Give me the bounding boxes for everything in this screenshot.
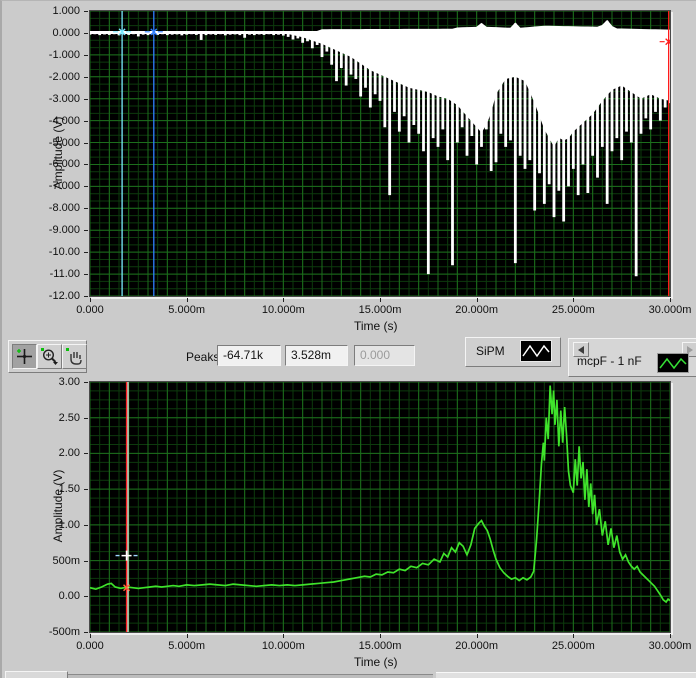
y-tick-mark — [84, 120, 88, 122]
peak-value-1[interactable]: -64.71k — [217, 345, 281, 366]
sipm-graph-x-axis-title: Time (s) — [354, 319, 398, 333]
y-tick-mark — [84, 596, 88, 598]
mcp-graph-y-axis-title: Amplitude (V) — [51, 469, 65, 543]
graph-palette — [8, 340, 87, 373]
bottom-partial-palette — [5, 671, 68, 678]
y-tick-label: 0.00 — [58, 590, 80, 603]
y-tick-mark — [84, 417, 88, 419]
y-tick-mark — [84, 560, 88, 562]
x-tick-mark — [573, 634, 575, 638]
legend-mcp-label: mcpF - 1 nF — [577, 354, 642, 367]
y-tick-mark — [84, 274, 88, 276]
y-tick-mark — [84, 632, 88, 633]
y-tick-mark — [84, 382, 88, 383]
x-tick-label: 0.000 — [76, 304, 104, 316]
zoom-tool-button[interactable] — [37, 344, 62, 369]
y-tick-mark — [84, 296, 88, 297]
y-tick-mark — [84, 164, 88, 166]
y-tick-label: -1.000 — [48, 48, 80, 61]
y-tick-label: -10.00 — [48, 246, 80, 259]
x-tick-mark — [186, 634, 188, 638]
sipm-graph-plot-area[interactable] — [88, 10, 678, 297]
x-tick-label: 25.000m — [551, 640, 595, 652]
x-tick-label: 5.000m — [168, 304, 205, 316]
bottom-partial-panel — [436, 672, 696, 678]
y-tick-mark — [84, 98, 88, 100]
x-tick-mark — [90, 298, 91, 302]
bottom-partial-strip — [68, 674, 433, 678]
x-tick-mark — [186, 298, 188, 302]
y-tick-label: 3.00 — [58, 376, 80, 388]
y-tick-label: 1.000 — [52, 5, 80, 17]
x-tick-mark — [670, 634, 671, 638]
y-tick-mark — [84, 76, 88, 78]
arrow-left-icon — [578, 345, 584, 354]
x-tick-mark — [283, 298, 285, 302]
x-tick-mark — [380, 634, 381, 638]
x-tick-label: 0.000 — [76, 640, 104, 652]
peaks-label: Peaks — [186, 350, 220, 364]
y-tick-mark — [84, 186, 88, 188]
y-tick-mark — [84, 489, 88, 491]
y-tick-mark — [84, 54, 88, 56]
legend-sipm-line-icon[interactable] — [520, 340, 552, 362]
x-tick-mark — [90, 634, 91, 638]
magnifier-icon — [41, 348, 58, 365]
legend-scroll-panel: mcpF - 1 nF — [568, 338, 696, 377]
sipm-graph-y-axis-title: Amplitude (V) — [51, 116, 65, 189]
hand-icon — [66, 348, 82, 365]
labview-front-panel: Peaks -64.71k 3.528m 0.000 SiPM mcpF - 1… — [0, 0, 696, 678]
y-tick-mark — [84, 32, 88, 34]
x-tick-label: 30.000m — [648, 640, 692, 652]
x-tick-label: 15.000m — [358, 304, 402, 316]
x-tick-label: 25.000m — [551, 304, 595, 316]
x-tick-mark — [476, 634, 478, 638]
mcp-graph-x-axis-title: Time (s) — [354, 655, 398, 669]
y-tick-label: -12.00 — [48, 290, 80, 302]
legend-sipm[interactable]: SiPM — [465, 337, 561, 367]
y-tick-mark — [84, 11, 88, 12]
y-tick-mark — [84, 453, 88, 455]
y-tick-label: -500m — [48, 626, 80, 638]
x-tick-mark — [283, 634, 285, 638]
y-tick-mark — [84, 252, 88, 254]
y-tick-label: -2.000 — [48, 70, 80, 83]
x-tick-mark — [476, 298, 478, 302]
mcp-graph-plot-area[interactable] — [89, 381, 671, 633]
x-tick-label: 20.000m — [455, 304, 499, 316]
y-tick-label: 2.50 — [58, 411, 80, 424]
y-tick-label: 0.000 — [52, 26, 80, 39]
pan-tool-button[interactable] — [62, 344, 87, 369]
x-tick-label: 15.000m — [358, 640, 402, 652]
y-tick-label: -9.000 — [48, 224, 80, 237]
x-tick-label: 5.000m — [168, 640, 205, 652]
x-tick-label: 30.000m — [648, 304, 692, 316]
y-tick-mark — [84, 142, 88, 144]
y-tick-mark — [84, 230, 88, 232]
x-tick-label: 10.000m — [261, 304, 305, 316]
x-tick-mark — [380, 298, 381, 302]
x-tick-mark — [573, 298, 575, 302]
x-tick-label: 20.000m — [455, 640, 499, 652]
peak-value-2[interactable]: 3.528m — [285, 345, 348, 366]
x-tick-label: 10.000m — [261, 640, 305, 652]
y-tick-label: -11.00 — [49, 268, 80, 281]
legend-mcp-line-icon[interactable] — [657, 353, 689, 373]
legend-sipm-label: SiPM — [476, 344, 505, 358]
cursor-move-tool-button[interactable] — [12, 344, 37, 369]
y-tick-mark — [84, 524, 88, 526]
y-tick-mark — [84, 208, 88, 210]
crosshair-icon — [17, 349, 32, 364]
x-tick-mark — [670, 298, 671, 302]
peak-value-3: 0.000 — [354, 345, 415, 366]
